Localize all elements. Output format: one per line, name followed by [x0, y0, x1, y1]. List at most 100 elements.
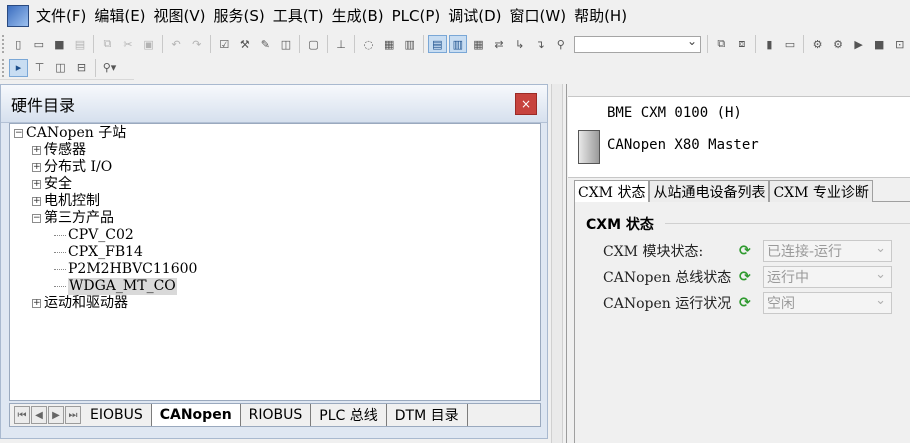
- wrench-icon[interactable]: ✎: [256, 35, 275, 53]
- tree-node-sensors[interactable]: + 传感器: [10, 142, 540, 159]
- expand-icon[interactable]: +: [32, 180, 41, 189]
- tab-dtm-catalog[interactable]: DTM 目录: [387, 404, 468, 426]
- paste-icon[interactable]: ▣: [139, 35, 158, 53]
- menu-build[interactable]: 生成(B): [328, 0, 388, 32]
- check-icon[interactable]: ☑: [215, 35, 234, 53]
- menu-plc[interactable]: PLC(P): [388, 0, 445, 32]
- device-header: BME CXM 0100 (H) CANopen X80 Master: [568, 96, 910, 178]
- status-label: CXM 模块状态:: [603, 244, 704, 260]
- hardware-catalog-icon[interactable]: ▤: [427, 35, 447, 53]
- catalog-tree: − CANopen 子站 + 传感器 + 分布式 I/O + 安全 + 电机控制…: [9, 123, 541, 401]
- expand-icon[interactable]: +: [32, 197, 41, 206]
- disconnect-icon[interactable]: ▭: [781, 35, 800, 53]
- columns-icon[interactable]: ◫: [51, 59, 70, 77]
- tab-slave-device-list[interactable]: 从站通电设备列表: [649, 180, 770, 202]
- first-tab-icon[interactable]: ⏮: [14, 406, 30, 424]
- prev-tab-icon[interactable]: ◀: [31, 406, 47, 424]
- toolbar-grip[interactable]: [2, 58, 6, 77]
- panel-splitter[interactable]: [551, 84, 563, 443]
- collapse-icon[interactable]: −: [32, 214, 41, 223]
- init-icon[interactable]: ⊡: [891, 35, 910, 53]
- connect-icon[interactable]: ▮: [760, 35, 779, 53]
- tree-leaf-label: CPX_FB14: [68, 244, 143, 260]
- sim-icon[interactable]: ⚙: [829, 35, 848, 53]
- menu-services[interactable]: 服务(S): [210, 0, 269, 32]
- toolbar-separator: [354, 35, 356, 53]
- close-button[interactable]: ×: [515, 92, 537, 115]
- find-icon[interactable]: ↴: [531, 35, 550, 53]
- refresh-icon: ⟳: [739, 243, 751, 259]
- menu-window[interactable]: 窗口(W): [506, 0, 571, 32]
- toolbar-separator: [422, 35, 424, 53]
- tab-riobus[interactable]: RIOBUS: [241, 404, 312, 426]
- copy-to-icon[interactable]: ⧉: [712, 35, 731, 53]
- tab-canopen[interactable]: CANopen: [151, 404, 241, 426]
- status-row-module: CXM 模块状态: ⟳ 已连接-运行: [603, 240, 892, 262]
- menu-bar: 文件(F) 编辑(E) 视图(V) 服务(S) 工具(T) 生成(B) PLC(…: [0, 0, 910, 32]
- goto-icon[interactable]: ↳: [510, 35, 529, 53]
- tree-node-third-party[interactable]: − 第三方产品: [10, 210, 540, 227]
- menu-help[interactable]: 帮助(H): [570, 0, 631, 32]
- next-tab-icon[interactable]: ▶: [48, 406, 64, 424]
- expand-icon[interactable]: +: [32, 146, 41, 155]
- undo-icon[interactable]: ↶: [167, 35, 186, 53]
- zoom-icon[interactable]: ⚲▾: [100, 59, 119, 77]
- settings-icon[interactable]: ⚙: [808, 35, 827, 53]
- print-icon[interactable]: ▤: [71, 35, 90, 53]
- project-icon[interactable]: ◌: [359, 35, 378, 53]
- dtm-icon[interactable]: ▥: [448, 35, 468, 53]
- tree-node-motor-control[interactable]: + 电机控制: [10, 193, 540, 210]
- menu-view[interactable]: 视图(V): [150, 0, 210, 32]
- tree-root[interactable]: − CANopen 子站: [10, 125, 540, 142]
- collapse-icon[interactable]: −: [14, 129, 23, 138]
- grid-icon[interactable]: ▦: [380, 35, 399, 53]
- tab-plc-bus[interactable]: PLC 总线: [311, 404, 387, 426]
- toolbar-separator: [707, 35, 709, 53]
- tab-cxm-diagnostics[interactable]: CXM 专业诊断: [769, 180, 873, 202]
- new-icon[interactable]: ▯: [9, 35, 28, 53]
- transfer-icon[interactable]: ⇄: [490, 35, 509, 53]
- compare-icon[interactable]: ⧈: [733, 35, 752, 53]
- hardware-catalog-panel: 硬件目录 × − CANopen 子站 + 传感器 + 分布式 I/O + 安全…: [0, 84, 548, 439]
- expand-icon[interactable]: +: [32, 299, 41, 308]
- tree-node-label: CANopen 子站: [26, 125, 127, 141]
- stop-icon[interactable]: ■: [870, 35, 889, 53]
- binoculars-icon[interactable]: ⚲: [551, 35, 570, 53]
- copy-icon[interactable]: ⧉: [98, 35, 117, 53]
- tools-icon[interactable]: ⚒: [236, 35, 255, 53]
- tab-cxm-status[interactable]: CXM 状态: [574, 180, 650, 202]
- search-combo[interactable]: [574, 34, 702, 53]
- tree-leaf[interactable]: P2M2HBVC11600: [10, 261, 540, 278]
- tree-leaf[interactable]: CPV_C02: [10, 227, 540, 244]
- tree-icon[interactable]: ▸: [9, 58, 28, 77]
- status-panel: CXM 状态 CXM 模块状态: ⟳ 已连接-运行 CANopen 总线状态 ⟳…: [574, 202, 910, 443]
- cut-icon[interactable]: ✂: [119, 35, 138, 53]
- open-icon[interactable]: ▭: [30, 35, 49, 53]
- build-icon[interactable]: ⊥: [332, 35, 351, 53]
- last-tab-icon[interactable]: ⏭: [65, 406, 81, 424]
- tree-node-motion-drives[interactable]: + 运动和驱动器: [10, 295, 540, 312]
- monitor-icon[interactable]: ▢: [304, 35, 323, 53]
- tree-connector: [54, 286, 66, 287]
- redo-icon[interactable]: ↷: [187, 35, 206, 53]
- tab-eiobus[interactable]: EIOBUS: [82, 404, 152, 426]
- menu-edit[interactable]: 编辑(E): [90, 0, 149, 32]
- tree-leaf-selected[interactable]: WDGA_MT_CO: [10, 278, 540, 295]
- run-icon[interactable]: ▶: [849, 35, 868, 53]
- network-icon[interactable]: ⊤: [30, 59, 49, 77]
- app-icon: [7, 5, 29, 27]
- menu-debug[interactable]: 调试(D): [444, 0, 505, 32]
- menu-file[interactable]: 文件(F): [32, 0, 90, 32]
- tree-node-distributed-io[interactable]: + 分布式 I/O: [10, 159, 540, 176]
- rows-icon[interactable]: ⊟: [72, 59, 91, 77]
- save-icon[interactable]: ■: [50, 35, 69, 53]
- table-icon[interactable]: ▦: [469, 35, 488, 53]
- analyze-icon[interactable]: ◫: [277, 35, 296, 53]
- tree-node-label: 第三方产品: [44, 210, 114, 226]
- tree-leaf[interactable]: CPX_FB14: [10, 244, 540, 261]
- toolbar-grip[interactable]: [2, 35, 6, 53]
- expand-icon[interactable]: +: [32, 163, 41, 172]
- tree-node-safety[interactable]: + 安全: [10, 176, 540, 193]
- variables-icon[interactable]: ▥: [400, 35, 419, 53]
- menu-tools[interactable]: 工具(T): [269, 0, 328, 32]
